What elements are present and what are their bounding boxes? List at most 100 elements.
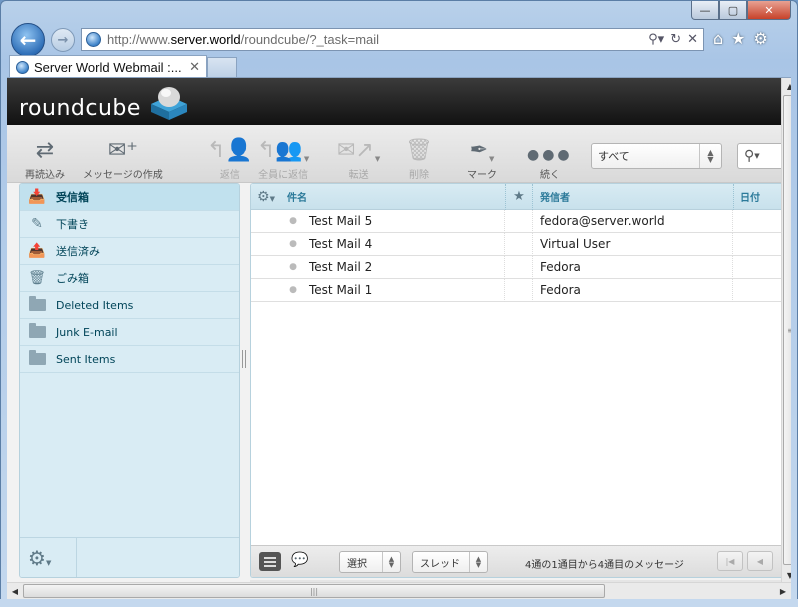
select-arrows-icon: ▲ ▼ bbox=[469, 552, 487, 572]
arrow-right-icon: → bbox=[57, 32, 69, 48]
column-subject[interactable]: 件名 bbox=[287, 189, 505, 204]
forward-mail-button[interactable]: ✉↗ ▼ 転送 bbox=[337, 135, 380, 181]
select-arrows-icon: ▲ ▼ bbox=[382, 552, 400, 572]
message-list-header: ⚙▼ 件名 ★ 発信者 日付 bbox=[251, 184, 781, 210]
reload-arrows-icon: ⇄ bbox=[35, 138, 55, 163]
mark-label: マーク bbox=[467, 170, 497, 181]
folder-trash[interactable]: 🗑 ごみ箱 bbox=[20, 265, 239, 292]
select-menu[interactable]: 選択 ▲ ▼ bbox=[339, 551, 401, 573]
reply-button[interactable]: ↰👤 返信 bbox=[207, 135, 253, 181]
flag-star-icon[interactable]: ★ bbox=[505, 184, 533, 210]
url-domain: server.world bbox=[170, 32, 241, 47]
search-dropdown-icon[interactable]: ⚲▾ bbox=[648, 32, 664, 47]
folder-icon bbox=[28, 323, 46, 340]
list-options-gear-icon[interactable]: ⚙▼ bbox=[251, 189, 287, 205]
stop-icon[interactable]: ✕ bbox=[687, 32, 698, 47]
message-flag[interactable] bbox=[505, 255, 533, 279]
reply-user-icon: ↰👤 bbox=[207, 138, 253, 163]
tab-close-icon[interactable]: ✕ bbox=[189, 59, 200, 75]
tab-strip: Server World Webmail :... ✕ bbox=[9, 55, 237, 78]
folder-label: 下書き bbox=[56, 218, 89, 231]
horizontal-scroll-thumb[interactable]: ||| bbox=[23, 584, 605, 598]
sent-icon: 📤 bbox=[28, 243, 46, 259]
compose-button[interactable]: ✉⁺ メッセージの作成 bbox=[83, 135, 163, 181]
column-date[interactable]: 日付 bbox=[733, 184, 781, 210]
threads-menu[interactable]: スレッド ▲ ▼ bbox=[412, 551, 488, 573]
trash-icon: 🗑 bbox=[28, 270, 46, 286]
reload-label: 再読込み bbox=[25, 170, 65, 181]
filter-select[interactable]: すべて ▲ ▼ bbox=[591, 143, 722, 169]
close-button[interactable]: ✕ bbox=[747, 1, 791, 20]
reply-all-users-icon: ↰👥 ▼ bbox=[257, 138, 310, 163]
scroll-up-icon[interactable]: ▲ bbox=[782, 78, 791, 94]
minimize-button[interactable]: — bbox=[691, 1, 719, 20]
search-menu-button[interactable]: ⚲ ▼ bbox=[737, 143, 781, 169]
folder-junk-email[interactable]: Junk E-mail bbox=[20, 319, 239, 346]
more-button[interactable]: ●●● 続く bbox=[527, 135, 573, 181]
folder-sent-items[interactable]: Sent Items bbox=[20, 346, 239, 373]
message-subject[interactable]: Test Mail 1 bbox=[309, 278, 505, 302]
window-bottom-edge bbox=[0, 599, 798, 607]
folder-footer: ⚙▼ bbox=[20, 537, 239, 577]
scroll-left-icon[interactable]: ◀ bbox=[7, 583, 23, 599]
trash-icon: 🗑 bbox=[405, 138, 433, 163]
url-text[interactable]: http://www.server.world/roundcube/?_task… bbox=[107, 32, 648, 47]
roundcube-logo: roundcube bbox=[19, 96, 141, 121]
mail-toolbar: ⇄ 再読込み ✉⁺ メッセージの作成 ↰👤 返信 ↰👥 ▼ 全員に返信 ✉↗ ▼ 転… bbox=[7, 125, 781, 183]
message-flag[interactable] bbox=[505, 278, 533, 302]
mark-button[interactable]: ✒ ▼ マーク bbox=[467, 135, 497, 181]
previous-page-button[interactable]: ◀ bbox=[747, 551, 773, 571]
vertical-scrollbar[interactable]: ▲ ≡ ▼ bbox=[781, 78, 791, 582]
folder-drafts[interactable]: ✎ 下書き bbox=[20, 211, 239, 238]
table-row[interactable]: ● Test Mail 5 fedora@server.world bbox=[251, 209, 781, 233]
message-flag[interactable] bbox=[505, 209, 533, 233]
address-bar[interactable]: http://www.server.world/roundcube/?_task… bbox=[81, 28, 704, 51]
table-row[interactable]: ● Test Mail 1 Fedora bbox=[251, 278, 781, 302]
message-subject[interactable]: Test Mail 2 bbox=[309, 255, 505, 279]
reply-all-button[interactable]: ↰👥 ▼ 全員に返信 bbox=[257, 135, 309, 181]
folder-label: Junk E-mail bbox=[56, 325, 118, 339]
scroll-down-icon[interactable]: ▼ bbox=[782, 567, 791, 582]
new-tab-button[interactable] bbox=[207, 57, 237, 78]
previous-page-icon: ◀ bbox=[756, 556, 764, 566]
folder-label: 受信箱 bbox=[56, 191, 89, 204]
message-flag[interactable] bbox=[505, 232, 533, 256]
folder-sent[interactable]: 📤 送信済み bbox=[20, 238, 239, 265]
vertical-scroll-thumb[interactable]: ≡ bbox=[783, 95, 791, 565]
mark-pen-icon: ✒ ▼ bbox=[469, 138, 495, 163]
table-row[interactable]: ● Test Mail 4 Virtual User bbox=[251, 232, 781, 256]
home-icon[interactable]: ⌂ bbox=[713, 29, 723, 48]
column-from[interactable]: 発信者 bbox=[533, 189, 733, 204]
folder-list-panel: 📥 受信箱 ✎ 下書き 📤 送信済み 🗑 ごみ箱 Deleted Items J… bbox=[19, 183, 240, 578]
back-button[interactable]: ← bbox=[11, 23, 45, 57]
tools-gear-icon[interactable]: ⚙ bbox=[754, 29, 768, 48]
refresh-icon[interactable]: ↻ bbox=[670, 32, 681, 47]
thread-view-icon[interactable]: 💬 bbox=[291, 552, 308, 568]
site-favicon-icon bbox=[86, 32, 101, 47]
reload-button[interactable]: ⇄ 再読込み bbox=[25, 135, 65, 181]
message-from: Virtual User bbox=[533, 232, 733, 256]
horizontal-scrollbar[interactable]: ◀ ||| ▶ bbox=[7, 582, 791, 599]
folder-inbox[interactable]: 📥 受信箱 bbox=[20, 184, 239, 211]
roundcube-cube-icon bbox=[151, 87, 187, 120]
tab-favicon-icon bbox=[16, 60, 29, 74]
folder-deleted-items[interactable]: Deleted Items bbox=[20, 292, 239, 319]
message-subject[interactable]: Test Mail 4 bbox=[309, 232, 505, 256]
folder-label: Sent Items bbox=[56, 352, 116, 366]
scroll-right-icon[interactable]: ▶ bbox=[775, 583, 791, 599]
message-subject[interactable]: Test Mail 5 bbox=[309, 209, 505, 233]
more-dots-icon: ●●● bbox=[527, 147, 573, 163]
tab-title: Server World Webmail :... bbox=[34, 59, 182, 75]
favorites-star-icon[interactable]: ★ bbox=[731, 29, 745, 48]
folder-actions-gear-icon[interactable]: ⚙▼ bbox=[28, 546, 51, 570]
first-page-button[interactable]: |◀ bbox=[717, 551, 743, 571]
table-row[interactable]: ● Test Mail 2 Fedora bbox=[251, 255, 781, 279]
list-view-icon[interactable] bbox=[259, 552, 281, 571]
forward-button[interactable]: → bbox=[51, 28, 75, 52]
panel-splitter[interactable] bbox=[242, 350, 246, 368]
tab-webmail[interactable]: Server World Webmail :... ✕ bbox=[9, 55, 207, 78]
reply-all-label: 全員に返信 bbox=[258, 170, 309, 181]
maximize-button[interactable]: ▢ bbox=[719, 1, 747, 20]
first-page-icon: |◀ bbox=[725, 556, 735, 566]
delete-button[interactable]: 🗑 削除 bbox=[405, 135, 433, 181]
